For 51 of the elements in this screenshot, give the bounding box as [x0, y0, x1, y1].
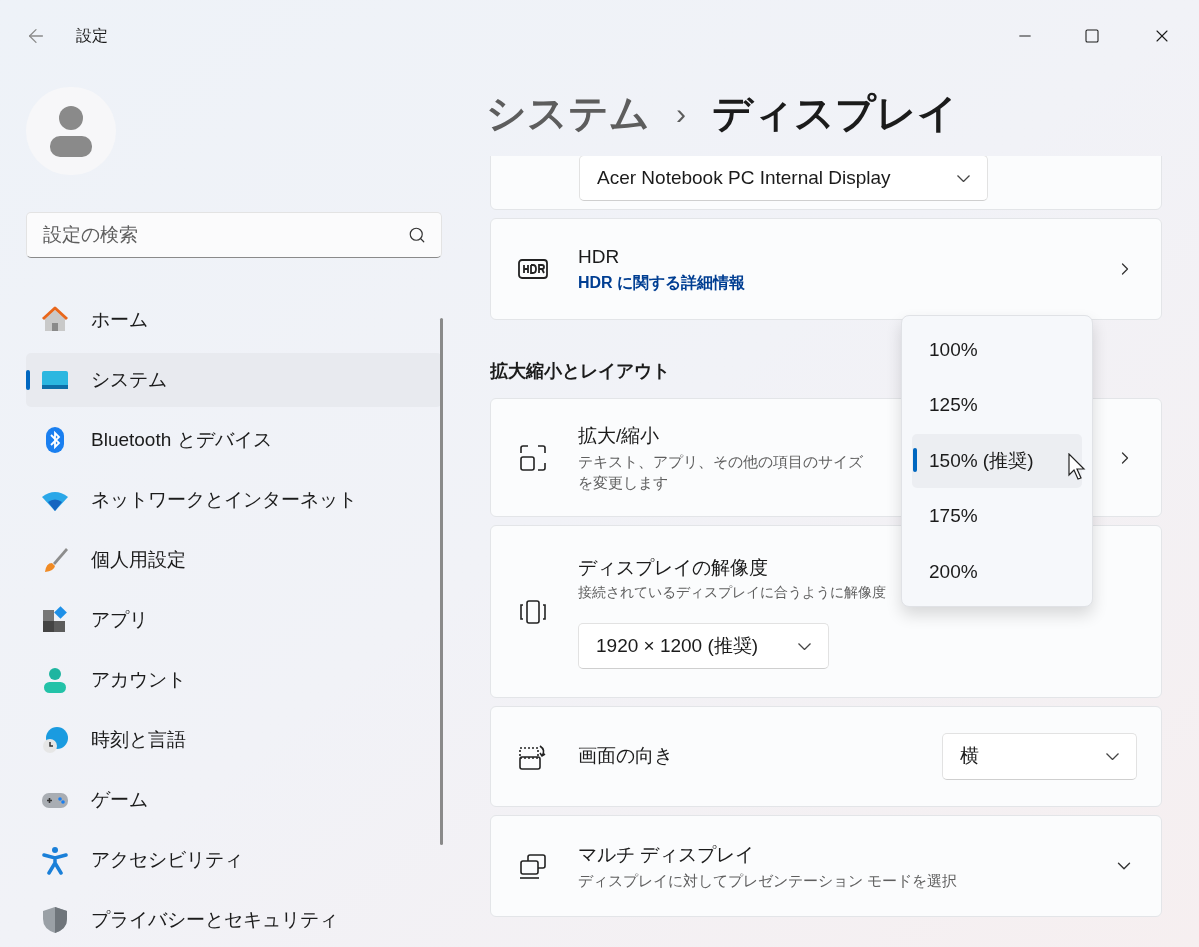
setting-description: 接続されているディスプレイに合うように解像度 [578, 583, 886, 603]
chevron-down-icon [957, 174, 970, 182]
breadcrumb-parent[interactable]: システム [486, 83, 650, 143]
resolution-dropdown[interactable]: 1920 × 1200 (推奨) [578, 623, 829, 670]
accessibility-icon [40, 845, 70, 875]
search-field[interactable]: 設定の検索 [26, 212, 442, 258]
window-title: 設定 [76, 26, 108, 46]
person-silhouette-icon [49, 105, 93, 157]
scale-option[interactable]: 150% (推奨) [912, 434, 1082, 488]
setting-title: 画面の向き [578, 745, 673, 767]
sidebar-item[interactable]: Bluetooth とデバイス [26, 413, 442, 467]
hdr-info-link[interactable]: HDR に関する詳細情報 [578, 271, 746, 296]
chevron-down-icon [798, 642, 811, 650]
search-icon [408, 226, 426, 245]
setting-description: テキスト、アプリ、その他の項目のサイズを変更します [578, 451, 864, 493]
selection-indicator [913, 448, 917, 473]
maximize-icon[interactable] [1084, 28, 1100, 44]
chevron-down-icon [1106, 753, 1119, 760]
sidebar-item[interactable]: 時刻と言語 [26, 713, 442, 767]
orientation-dropdown[interactable]: 横 [942, 733, 1137, 780]
sidebar-item[interactable]: アプリ [26, 593, 442, 647]
setting-card[interactable]: マルチ ディスプレイ ディスプレイに対してプレゼンテーション モードを選択 [490, 815, 1162, 917]
sidebar-item[interactable]: アカウント [26, 653, 442, 707]
scrollbar[interactable] [440, 318, 443, 845]
setting-description: ディスプレイに対してプレゼンテーション モードを選択 [578, 870, 958, 891]
selection-indicator [26, 370, 30, 390]
sidebar-item[interactable]: 個人用設定 [26, 533, 442, 587]
globe-clock-icon [40, 725, 70, 755]
sidebar-item[interactable]: ホーム [26, 293, 442, 347]
sidebar-item[interactable]: ゲーム [26, 773, 442, 827]
display-dropdown[interactable]: Acer Notebook PC Internal Display [579, 156, 988, 201]
setting-card[interactable]: HDR HDR に関する詳細情報 [490, 218, 1162, 320]
setting-title: HDR [578, 244, 621, 269]
shield-icon [40, 905, 70, 935]
scale-icon [518, 442, 548, 473]
hdr-icon [518, 258, 548, 280]
page-title: ディスプレイ [712, 90, 958, 137]
mouse-cursor-icon [1068, 453, 1086, 481]
breadcrumb-separator: › [676, 95, 686, 132]
multiple-displays-icon [518, 851, 548, 881]
scale-option[interactable]: 100% [912, 323, 1082, 377]
sidebar-item[interactable]: プライバシーとセキュリティ [26, 893, 442, 947]
setting-title: マルチ ディスプレイ [578, 843, 756, 868]
setting-title: 拡大/縮小 [578, 424, 661, 449]
sidebar-item[interactable]: システム [26, 353, 442, 407]
section-heading: 拡大縮小とレイアウト [490, 360, 671, 382]
setting-title: ディスプレイの解像度 [578, 555, 769, 580]
sidebar-item[interactable]: ネットワークとインターネット [26, 473, 442, 527]
apps-icon [40, 605, 70, 635]
scale-option[interactable]: 200% [912, 545, 1082, 599]
sidebar-item[interactable]: アクセシビリティ [26, 833, 442, 887]
